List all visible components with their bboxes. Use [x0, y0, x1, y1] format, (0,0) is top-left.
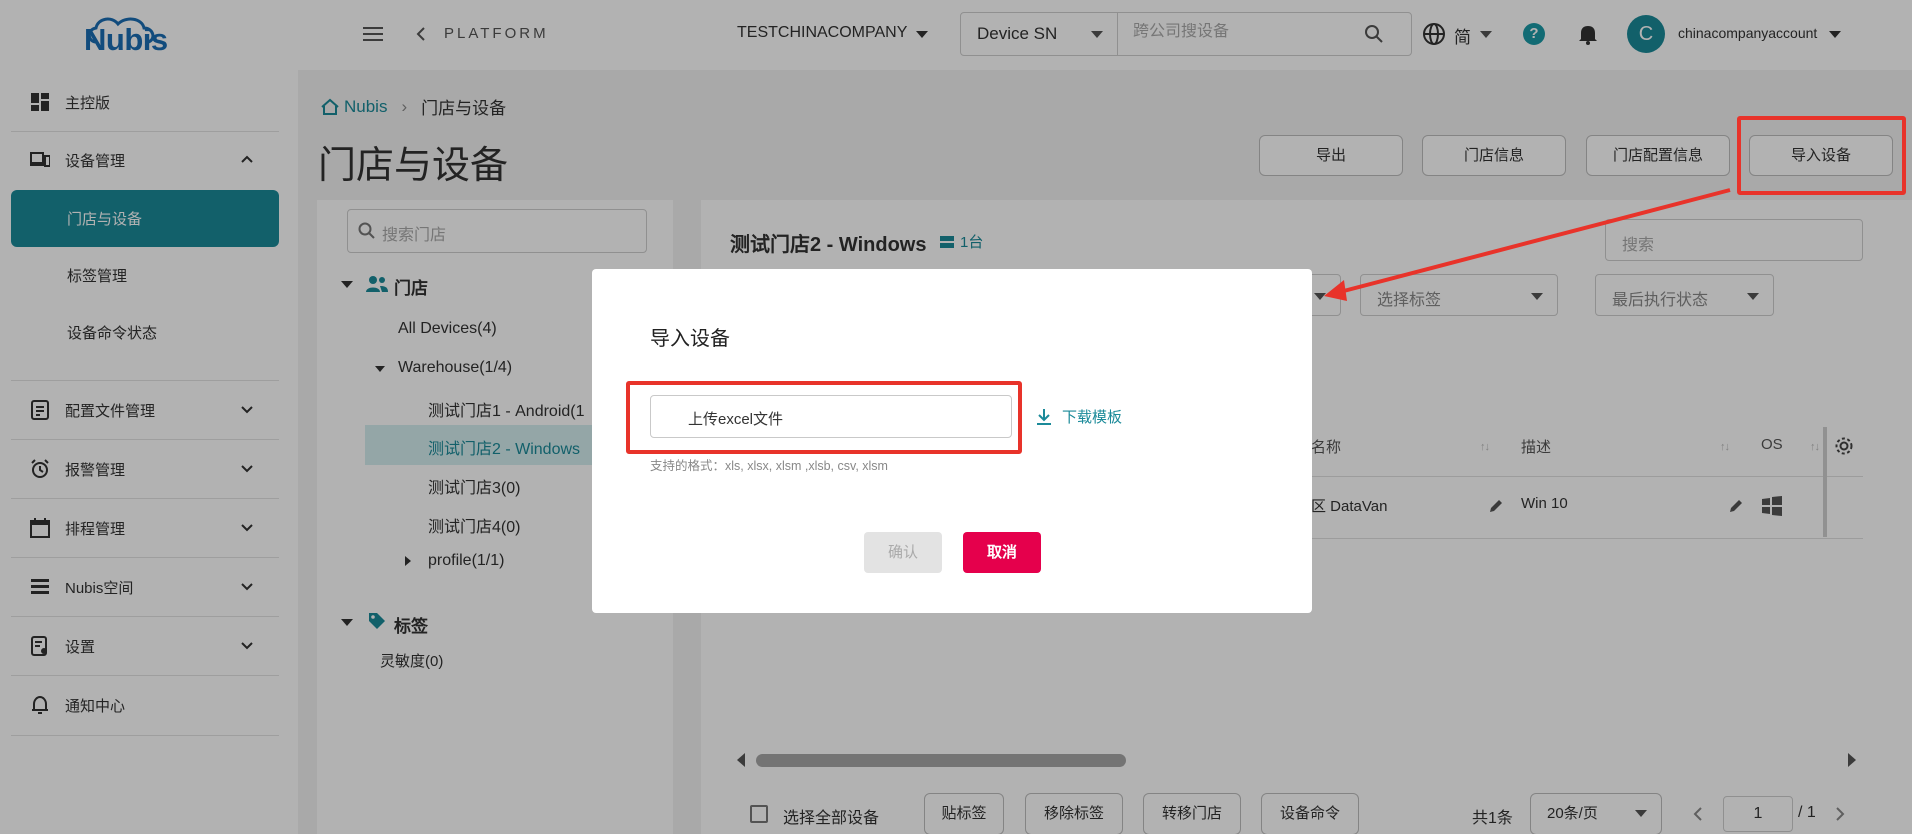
download-template-label: 下载模板 — [1062, 409, 1123, 426]
download-icon — [1037, 408, 1051, 425]
annotation-arrow — [1324, 188, 1731, 301]
cancel-button[interactable]: 取消 — [963, 532, 1041, 573]
supported-formats-hint: 支持的格式：xls, xlsx, xlsm ,xlsb, csv, xlsm — [650, 459, 888, 473]
annotation-highlight-upload-field — [626, 381, 1022, 454]
confirm-button[interactable]: 确认 — [864, 532, 942, 573]
dialog-title: 导入设备 — [650, 328, 730, 350]
annotation-highlight-import-button — [1737, 116, 1906, 195]
download-template-link[interactable]: 下载模板 — [1036, 406, 1122, 427]
